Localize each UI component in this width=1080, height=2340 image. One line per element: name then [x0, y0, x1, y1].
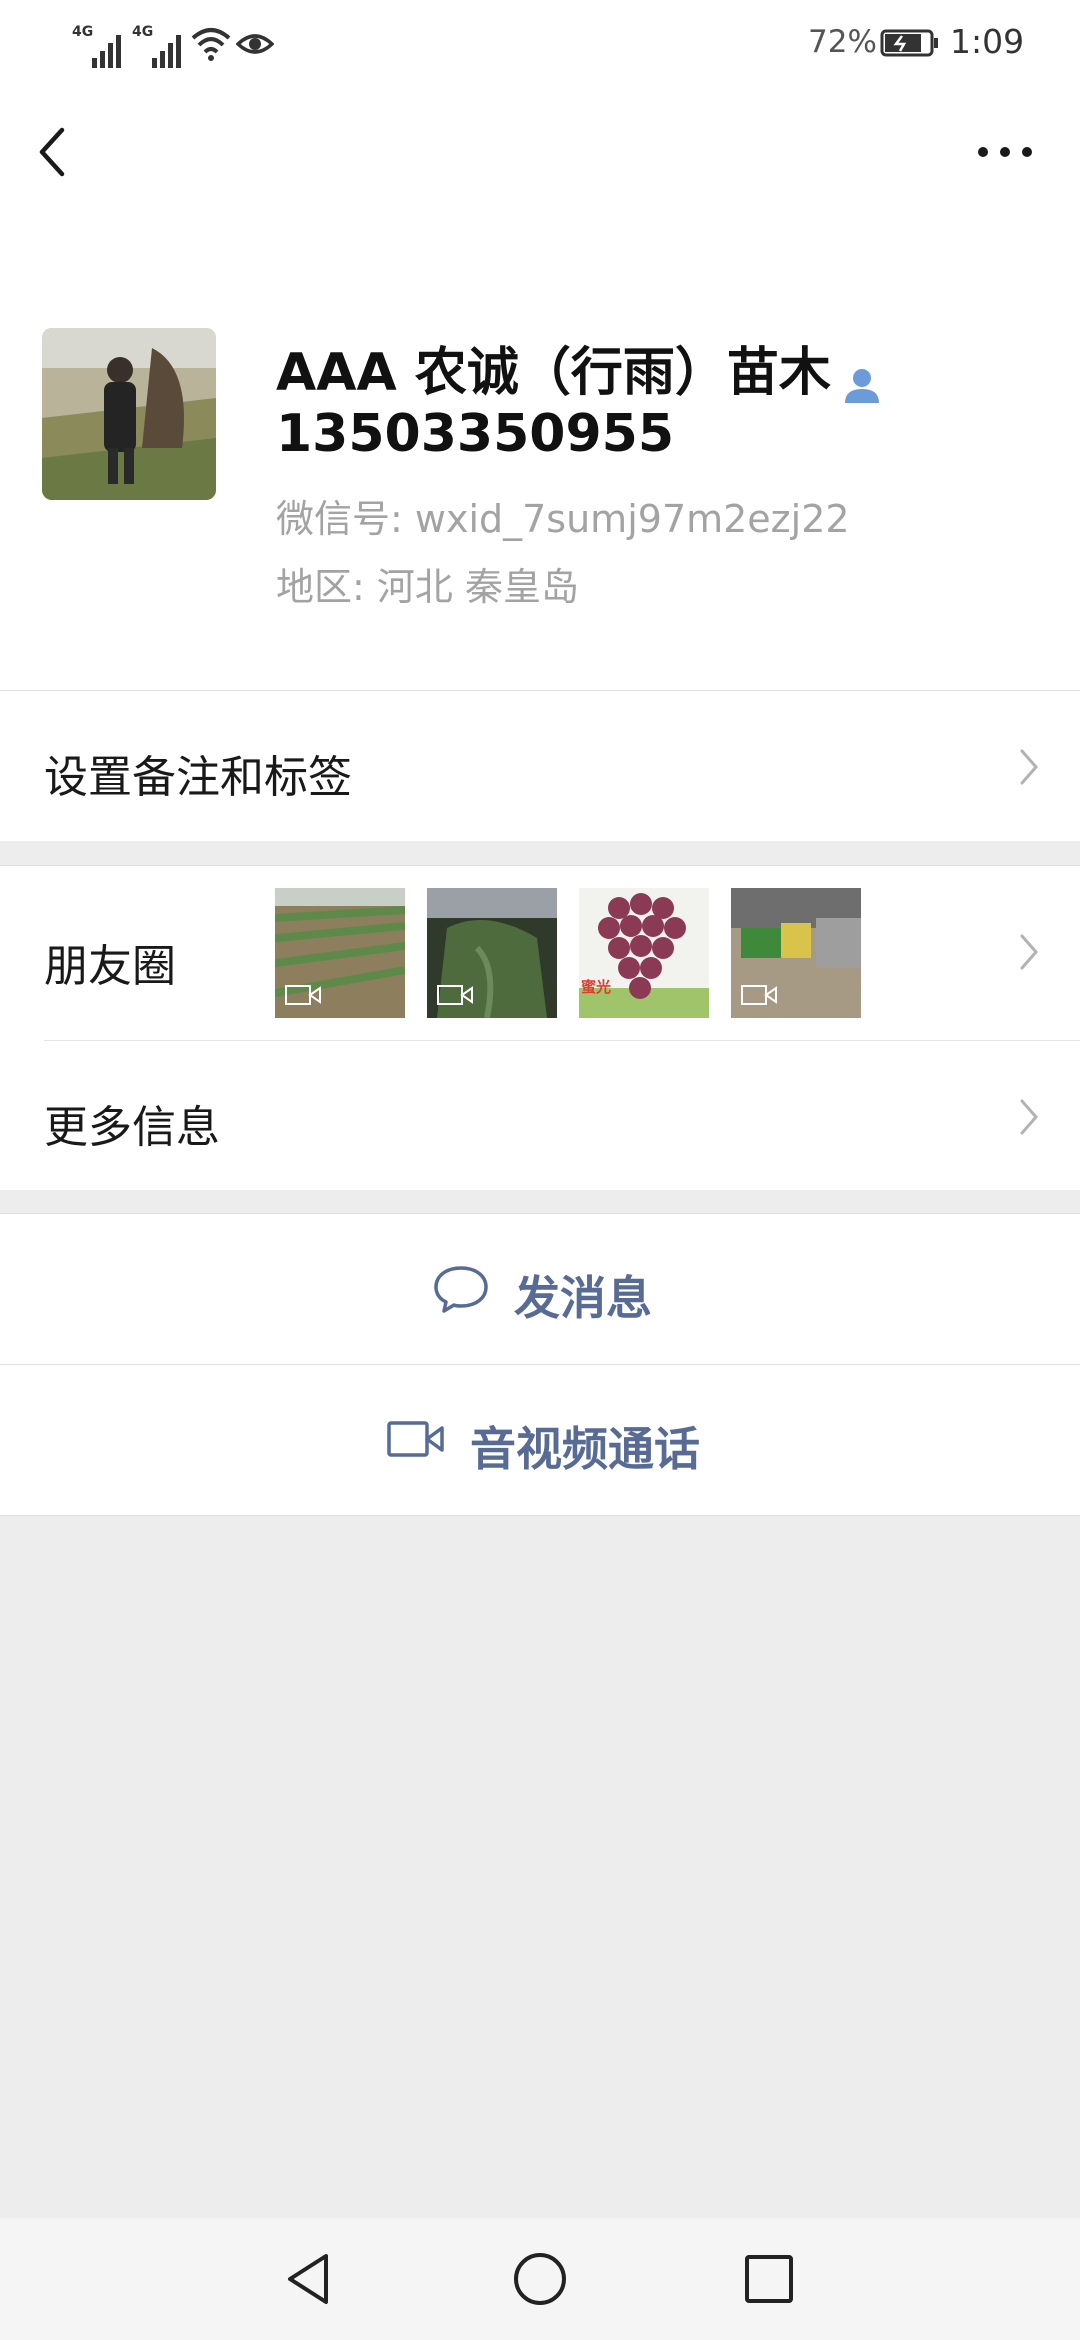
video-camera-icon [285, 985, 321, 1005]
send-message-label: 发消息 [514, 1271, 652, 1325]
contact-phone: 13503350955 [276, 404, 674, 464]
back-button[interactable] [28, 122, 76, 182]
nav-home-icon[interactable] [509, 2248, 571, 2310]
more-info-row[interactable]: 更多信息 [0, 1041, 1080, 1190]
chevron-right-icon [1020, 1099, 1038, 1135]
video-camera-icon [437, 985, 473, 1005]
moments-label: 朋友圈 [44, 941, 176, 992]
region: 地区: 河北 秦皇岛 [276, 565, 579, 609]
status-bar: 4G 4G 72% 1:09 [0, 0, 1080, 90]
more-options-button[interactable] [970, 132, 1040, 172]
status-time: 1:09 [950, 22, 1025, 61]
nav-back-icon[interactable] [278, 2248, 340, 2310]
eye-comfort-icon [236, 34, 274, 54]
more-info-label: 更多信息 [44, 1102, 220, 1153]
contact-name: AAA 农诚（行雨）苗木 [276, 343, 831, 403]
chat-bubble-icon [434, 1266, 488, 1313]
avatar-image [42, 328, 216, 500]
battery-charging-icon [880, 29, 938, 57]
remark-tags-label: 设置备注和标签 [44, 752, 352, 803]
wifi-icon [191, 28, 231, 61]
chevron-right-icon [1020, 749, 1038, 785]
contact-name-line: AAA 农诚（行雨）苗木 [276, 330, 883, 407]
chevron-right-icon [1020, 934, 1038, 970]
grapes-photo [579, 888, 709, 1018]
nav-recents-icon[interactable] [738, 2248, 800, 2310]
moments-thumb-grapes[interactable]: 蜜光 [579, 888, 709, 1018]
signal-bars-icon [152, 35, 181, 68]
video-camera-icon [387, 1421, 444, 1457]
grapes-caption: 蜜光 [581, 978, 612, 996]
video-camera-icon [741, 985, 777, 1005]
avatar[interactable] [42, 328, 216, 500]
video-call-label: 音视频通话 [470, 1422, 700, 1476]
moments-thumb-field[interactable] [275, 888, 405, 1018]
wechat-id: 微信号: wxid_7sumj97m2ezj22 [276, 497, 850, 541]
system-nav-bar [0, 2218, 1080, 2340]
divider [0, 1515, 1080, 1516]
video-call-button[interactable]: 音视频通话 [0, 1365, 1080, 1515]
send-message-button[interactable]: 发消息 [0, 1214, 1080, 1364]
moments-thumb-yard[interactable] [731, 888, 861, 1018]
contact-person-icon [844, 368, 879, 403]
signal-bars-icon [92, 35, 121, 68]
moments-thumb-bag[interactable] [427, 888, 557, 1018]
battery-percent: 72% [808, 24, 877, 60]
remark-tags-row[interactable]: 设置备注和标签 [0, 691, 1080, 841]
